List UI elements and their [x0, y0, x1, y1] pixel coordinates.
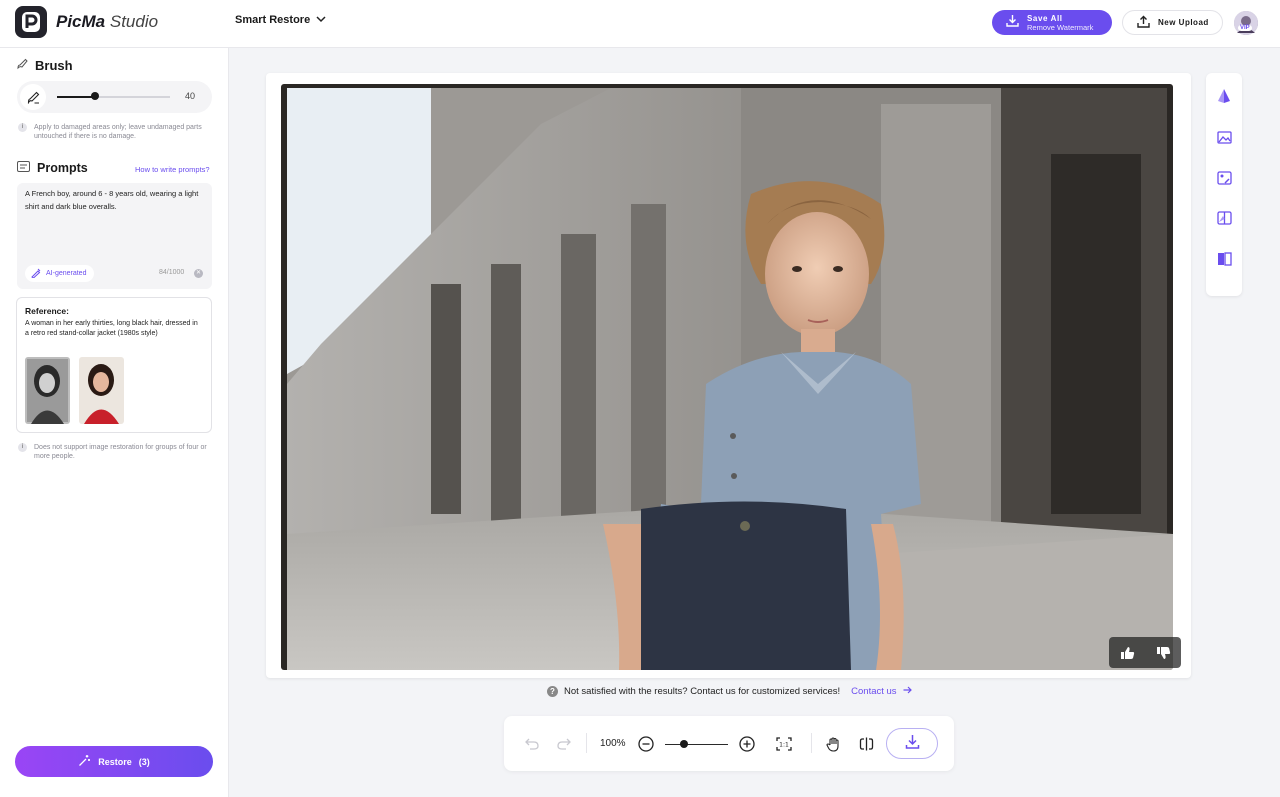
brush-tool-icon[interactable]	[20, 84, 46, 110]
reference-image-before[interactable]	[25, 357, 70, 424]
compare-icon[interactable]	[1215, 87, 1233, 105]
prompt-text[interactable]: A French boy, around 6 - 8 years old, we…	[25, 188, 207, 213]
hand-icon[interactable]	[824, 735, 842, 753]
logo-icon[interactable]	[15, 6, 47, 38]
brush-size-value: 40	[184, 91, 195, 101]
sidebar: Brush 40 i Apply to damaged areas only; …	[0, 48, 229, 797]
thumbs-down-icon[interactable]	[1156, 646, 1171, 660]
upload-icon	[1137, 15, 1150, 30]
restore-label: Restore	[98, 756, 132, 767]
download-icon	[905, 734, 920, 754]
zoom-in-icon[interactable]	[738, 735, 756, 753]
edit-image-icon[interactable]	[1215, 169, 1233, 187]
split-icon[interactable]	[1215, 209, 1233, 227]
prompt-icon	[17, 161, 30, 175]
contact-us-link[interactable]: Contact us	[851, 686, 912, 697]
bottom-toolbar: 100% 1:1	[504, 716, 954, 771]
prompts-section-title: Prompts	[17, 161, 88, 175]
reference-card: Reference: A woman in her early thirties…	[16, 297, 212, 433]
vip-badge: VIP	[1238, 25, 1252, 31]
flip-icon[interactable]	[857, 735, 875, 753]
fit-icon[interactable]: 1:1	[775, 735, 793, 753]
save-all-label: Save All	[1027, 13, 1063, 23]
download-button[interactable]	[886, 728, 938, 759]
reference-title: Reference:	[25, 306, 69, 316]
character-counter: 84/1000	[159, 269, 185, 276]
top-bar: PicMa Studio Smart Restore Save All Remo…	[0, 0, 1280, 48]
thumbs-up-icon[interactable]	[1120, 646, 1135, 660]
svg-text:1:1: 1:1	[779, 742, 789, 749]
chevron-down-icon	[316, 14, 326, 26]
restore-count: (3)	[138, 756, 150, 767]
zoom-thumb[interactable]	[679, 740, 688, 748]
download-icon	[1006, 14, 1019, 32]
prompt-input[interactable]: A French boy, around 6 - 8 years old, we…	[17, 183, 212, 289]
restored-photo[interactable]	[281, 84, 1173, 670]
undo-icon[interactable]	[523, 735, 541, 753]
avatar[interactable]	[1234, 11, 1258, 35]
info-icon: i	[18, 443, 27, 452]
brand-name: PicMa Studio	[56, 12, 159, 31]
brush-size-control: 40	[17, 81, 212, 113]
zoom-out-icon[interactable]	[637, 735, 655, 753]
brush-note: Apply to damaged areas only; leave undam…	[34, 124, 202, 140]
mode-label: Smart Restore	[235, 14, 311, 26]
brush-size-thumb[interactable]	[91, 92, 99, 100]
remove-watermark-label: Remove Watermark	[1027, 22, 1094, 32]
clear-icon[interactable]: ✕	[194, 269, 203, 278]
reference-text: A woman in her early thirties, long blac…	[25, 320, 198, 337]
wand-icon	[78, 754, 91, 769]
new-upload-button[interactable]: New Upload	[1122, 10, 1223, 35]
redo-icon[interactable]	[555, 735, 573, 753]
mode-select[interactable]: Smart Restore	[235, 14, 326, 26]
feedback-bar	[1109, 637, 1181, 668]
contact-message: Not satisfied with the results? Contact …	[564, 686, 841, 697]
ai-sparkle-icon	[31, 268, 41, 280]
zoom-level: 100%	[600, 738, 626, 749]
arrow-right-icon	[903, 686, 912, 697]
zoom-slider[interactable]	[665, 743, 728, 745]
group-note: Does not support image restoration for g…	[34, 444, 207, 460]
right-toolbar	[1206, 73, 1242, 296]
info-icon: i	[18, 123, 27, 132]
how-to-write-prompts-link[interactable]: How to write prompts?	[135, 165, 210, 174]
gallery-icon[interactable]	[1215, 128, 1233, 146]
new-upload-label: New Upload	[1158, 18, 1209, 27]
question-icon: ?	[547, 686, 558, 697]
side-by-side-icon[interactable]	[1215, 250, 1233, 268]
reference-image-after[interactable]	[79, 357, 124, 424]
save-all-button[interactable]: Save All Remove Watermark	[992, 10, 1112, 35]
brush-icon	[16, 58, 28, 73]
brush-section-title: Brush	[16, 58, 73, 73]
brush-size-slider[interactable]	[57, 96, 170, 98]
ai-generated-chip[interactable]: AI-generated	[25, 265, 95, 282]
restore-button[interactable]: Restore (3)	[15, 746, 213, 777]
contact-message-row: ? Not satisfied with the results? Contac…	[547, 686, 912, 697]
